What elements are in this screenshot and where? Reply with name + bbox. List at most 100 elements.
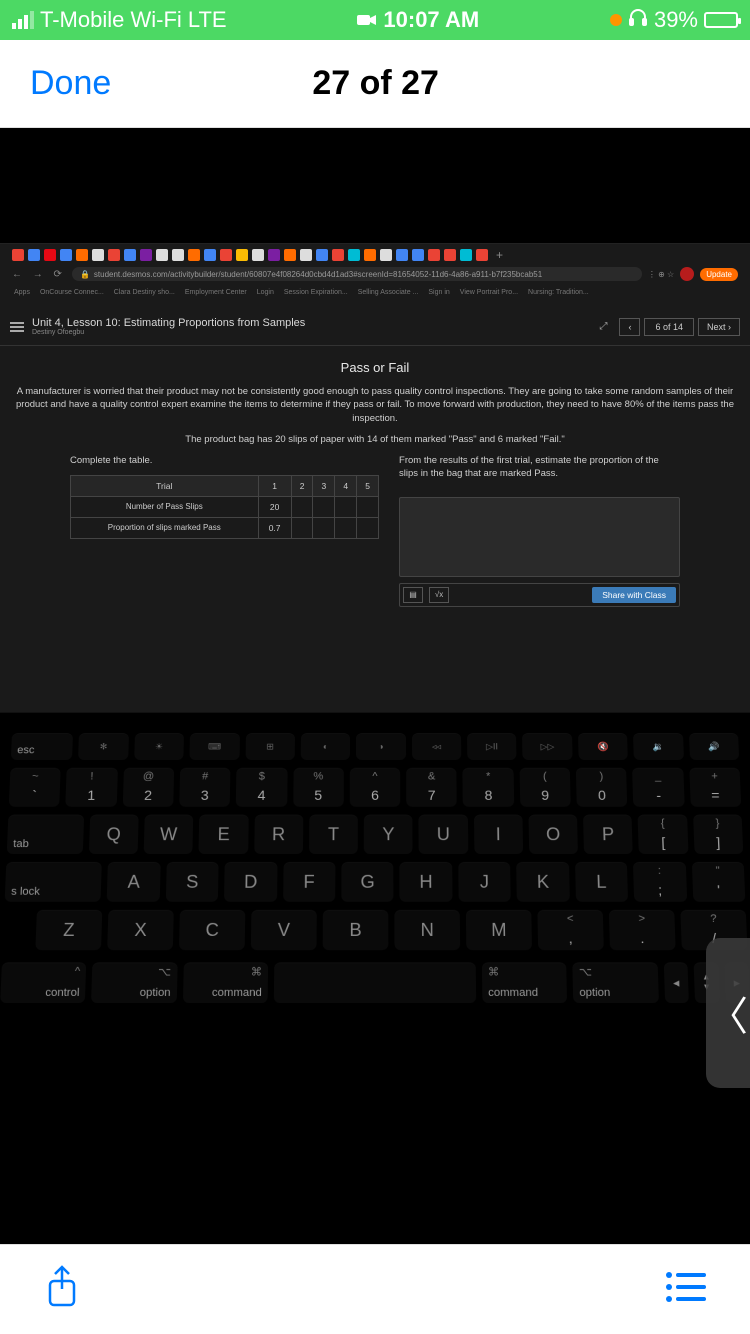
table-cell[interactable] <box>313 518 335 539</box>
key-fn: ▷II <box>467 733 517 760</box>
key-comma: <, <box>537 910 603 950</box>
key-letter: N <box>394 910 460 950</box>
math-tool-icon[interactable]: √x <box>429 587 449 603</box>
key-letter: Y <box>364 815 413 854</box>
key-letter: U <box>419 815 468 854</box>
table-cell[interactable] <box>335 497 357 518</box>
answer-toolbar: ▤ √x Share with Class <box>399 583 680 607</box>
key-letter: L <box>575 862 628 902</box>
key-letter: G <box>341 862 393 902</box>
browser-chrome: + ← → ⟳ 🔒 student.desmos.com/activitybui… <box>0 244 750 308</box>
key-number: #3 <box>179 768 230 807</box>
page-title: 27 of 27 <box>31 64 720 103</box>
signal-icon <box>12 11 34 29</box>
key-number: )0 <box>576 768 628 807</box>
key-bracket: {[ <box>638 815 688 854</box>
table-cell[interactable] <box>357 518 379 539</box>
row-label: Number of Pass Slips <box>71 497 259 518</box>
chevron-left-icon: 〈 <box>708 984 748 1042</box>
table-cell[interactable] <box>335 518 357 539</box>
key-esc: esc <box>11 733 74 760</box>
carrier-label: T-Mobile Wi-Fi LTE <box>40 7 227 33</box>
bookmark-item[interactable]: Login <box>257 289 274 296</box>
bookmark-item[interactable]: Sign in <box>428 289 449 296</box>
bookmark-item[interactable]: Selling Associate ... <box>358 289 419 296</box>
table-cell[interactable] <box>291 497 313 518</box>
answer-input[interactable] <box>399 497 680 577</box>
expand-icon[interactable]: ⤢ <box>599 321 607 332</box>
share-button[interactable]: Share with Class <box>592 587 676 603</box>
key-letter: D <box>224 862 277 902</box>
bookmark-item[interactable]: OnCourse Connec... <box>40 289 104 296</box>
table-header: Trial <box>71 476 259 497</box>
battery-pct: 39% <box>654 7 698 33</box>
bookmark-item[interactable]: View Portrait Pro... <box>460 289 518 296</box>
key-number: (9 <box>519 768 570 807</box>
share-icon[interactable] <box>42 1263 82 1316</box>
key-number: ~` <box>9 768 61 807</box>
student-name: Destiny Ofoegbu <box>32 329 587 336</box>
key-fn: 🔉 <box>633 733 683 760</box>
headphones-icon <box>628 7 648 33</box>
table-cell[interactable] <box>357 497 379 518</box>
browser-nav-arrows[interactable]: ← → ⟳ <box>12 269 66 280</box>
key-letter: X <box>107 910 174 950</box>
bookmark-item[interactable]: Nursing: Tradition... <box>528 289 589 296</box>
table-cell[interactable]: 0.7 <box>258 518 291 539</box>
desmos-activity: Unit 4, Lesson 10: Estimating Proportion… <box>0 308 750 712</box>
key-fn: 🔇 <box>578 733 628 760</box>
laptop-screen: + ← → ⟳ 🔒 student.desmos.com/activitybui… <box>0 243 750 713</box>
key-control: ^control <box>0 962 86 1003</box>
chrome-update-button[interactable]: Update <box>700 268 738 281</box>
key-letter: V <box>251 910 317 950</box>
key-spacebar <box>274 962 476 1003</box>
address-bar[interactable]: 🔒 student.desmos.com/activitybuilder/stu… <box>72 267 642 281</box>
page-indicator: 6 of 14 <box>644 318 694 336</box>
key-letter: T <box>309 815 358 854</box>
bookmark-item[interactable]: Employment Center <box>185 289 247 296</box>
list-icon[interactable] <box>664 1270 708 1309</box>
key-command: ⌘command <box>183 962 269 1003</box>
bookmark-item[interactable]: Session Expiration... <box>284 289 348 296</box>
lesson-title: Unit 4, Lesson 10: Estimating Proportion… <box>32 317 587 329</box>
next-button[interactable]: Next › <box>698 318 740 336</box>
key-fn: ◃◃ <box>412 733 462 760</box>
bookmark-item[interactable]: Apps <box>14 289 30 296</box>
table-header: 1 <box>258 476 291 497</box>
menu-icon[interactable] <box>10 322 24 332</box>
table-cell[interactable]: 20 <box>258 497 291 518</box>
key-option: ⌥option <box>91 962 177 1003</box>
browser-tabs: + <box>4 246 746 264</box>
key-fn: ⊞ <box>245 733 295 760</box>
key-letter: P <box>583 815 633 854</box>
key-letter: M <box>466 910 532 950</box>
table-cell[interactable] <box>291 518 313 539</box>
bookmark-item[interactable]: Clara Destiny sho... <box>114 289 175 296</box>
status-bar: T-Mobile Wi-Fi LTE 10:07 AM 39% <box>0 0 750 40</box>
key-fn: ⌨ <box>190 733 240 760</box>
trials-table[interactable]: Trial 1 2 3 4 5 Number of Pass Slips 20 <box>70 475 379 539</box>
image-tool-icon[interactable]: ▤ <box>403 587 423 603</box>
swipe-back-handle[interactable]: 〈 <box>706 938 750 1088</box>
key-letter: C <box>179 910 245 950</box>
problem-text: A manufacturer is worried that their pro… <box>10 385 740 425</box>
section-title: Pass or Fail <box>10 360 740 375</box>
key-number: += <box>689 768 741 807</box>
laptop-keyboard: esc ✻ ☀ ⌨ ⊞ ◐ ◑ ◃◃ ▷II ▷▷ 🔇 🔉 🔊 ~`!1@2#3… <box>0 713 750 1244</box>
new-tab-button[interactable]: + <box>492 248 507 262</box>
photo-nav-bar: Done 27 of 27 <box>0 40 750 128</box>
estimate-prompt: From the results of the first trial, est… <box>399 454 680 481</box>
key-bracket: }] <box>693 815 743 854</box>
battery-icon <box>704 12 738 28</box>
key-capslock: s lock <box>5 862 102 902</box>
problem-text-2: The product bag has 20 slips of paper wi… <box>10 433 740 446</box>
url-text: student.desmos.com/activitybuilder/stude… <box>94 270 542 279</box>
key-number: *8 <box>463 768 514 807</box>
key-arrow-left: ◂ <box>663 962 689 1003</box>
bottom-toolbar <box>0 1244 750 1334</box>
key-number: _- <box>632 768 684 807</box>
prev-button[interactable]: ‹ <box>619 318 640 336</box>
table-cell[interactable] <box>313 497 335 518</box>
key-number: %5 <box>293 768 344 807</box>
key-letter: H <box>400 862 453 902</box>
